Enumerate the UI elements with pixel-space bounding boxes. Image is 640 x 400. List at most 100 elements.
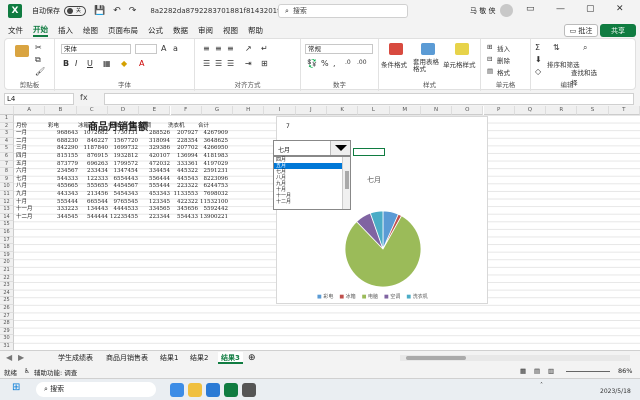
close-icon[interactable]: ✕ [616, 4, 624, 14]
column-header[interactable]: P [483, 106, 515, 115]
page-break-icon[interactable]: ▥ [548, 367, 554, 375]
add-sheet-icon[interactable]: ⊕ [248, 352, 256, 364]
bold-icon[interactable]: B [63, 59, 69, 68]
column-header[interactable]: N [420, 106, 453, 115]
sheet-tab-1[interactable]: 学生成绩表 [58, 352, 93, 364]
redo-icon[interactable]: ↷ [129, 6, 137, 16]
column-header[interactable]: A [14, 106, 46, 115]
align-top-icon[interactable]: ≡ [203, 44, 210, 53]
undo-icon[interactable]: ↶ [113, 6, 121, 16]
cut-icon[interactable]: ✂ [35, 43, 42, 52]
sort-filter-icon[interactable]: ⇅ [553, 43, 560, 52]
row-header[interactable]: 28 [0, 320, 14, 328]
save-icon[interactable]: 💾 [94, 6, 105, 16]
tab-file[interactable]: 文件 [8, 25, 23, 36]
row-header[interactable]: 8 [0, 168, 14, 176]
taskbar-search[interactable]: ⌕ 搜索 [36, 382, 156, 397]
accessibility-status[interactable]: 辅助功能: 调查 [34, 367, 77, 377]
fill-color-icon[interactable]: ◆ [121, 59, 127, 68]
edge-icon[interactable] [206, 383, 220, 397]
month-combobox[interactable]: 七月 [273, 140, 351, 156]
row-header[interactable]: 24 [0, 289, 14, 298]
comment-button[interactable]: ▭ 批注 [564, 24, 598, 37]
tray-up-icon[interactable]: ˄ [540, 382, 543, 389]
month-dropdown-list[interactable]: 四月 五月 七月 八月 九月 十月 十一月 十二月 [273, 156, 351, 210]
row-header[interactable]: 15 [0, 221, 14, 229]
tab-home[interactable]: 开始 [33, 24, 48, 37]
align-center-icon[interactable]: ☰ [215, 59, 222, 68]
comma-icon[interactable]: , [333, 59, 336, 68]
worksheet-grid[interactable]: ABCDEFGHIJKLMNOPQRST 1 2 3 4 5 6 7 8 9 10 11 12 13 14… [0, 106, 640, 350]
row-header[interactable]: 19 [0, 251, 14, 260]
row-header[interactable]: 17 [0, 236, 14, 245]
row-header[interactable]: 13 [0, 206, 14, 214]
row-header[interactable]: 5 [0, 145, 14, 153]
row-header[interactable]: 27 [0, 312, 14, 321]
autosave-toggle[interactable]: 关 [64, 6, 86, 16]
tab-formulas[interactable]: 公式 [148, 25, 163, 36]
row-header[interactable]: 3 [0, 130, 14, 138]
column-header[interactable]: S [577, 106, 609, 115]
row-header[interactable]: 29 [0, 327, 14, 336]
underline-icon[interactable]: U [87, 59, 93, 68]
align-left-icon[interactable]: ☰ [203, 59, 210, 68]
delete-cells-button[interactable]: 删除 [497, 55, 510, 65]
fx-icon[interactable]: fx [80, 93, 88, 102]
column-header[interactable]: H [233, 106, 265, 115]
browser-icon[interactable] [170, 383, 184, 397]
row-header[interactable]: 22 [0, 274, 14, 283]
search-input[interactable]: ⌕ 搜索 [278, 4, 408, 18]
row-header[interactable]: 31 [0, 343, 14, 350]
sheet-tab-5[interactable]: 结果3 [218, 352, 243, 364]
page-layout-icon[interactable]: ▤ [534, 367, 540, 375]
dropdown-scrollbar[interactable] [342, 157, 350, 209]
tab-next-icon[interactable]: ▶ [18, 352, 24, 364]
column-header[interactable]: F [170, 106, 202, 115]
grow-font-icon[interactable]: A [161, 44, 166, 53]
file-explorer-icon[interactable] [188, 383, 202, 397]
paste-icon[interactable] [15, 45, 29, 57]
column-header[interactable]: M [389, 106, 421, 115]
italic-icon[interactable]: I [75, 59, 77, 68]
tab-prev-icon[interactable]: ◀ [6, 352, 12, 364]
row-header[interactable]: 30 [0, 335, 14, 343]
align-right-icon[interactable]: ☰ [227, 59, 234, 68]
formula-input[interactable] [104, 93, 634, 105]
column-header[interactable]: D [107, 106, 140, 115]
column-header[interactable]: R [546, 106, 578, 115]
number-format-select[interactable]: 常规 [305, 44, 373, 54]
row-header[interactable]: 16 [0, 229, 14, 237]
store-icon[interactable] [242, 383, 256, 397]
selected-cell[interactable] [353, 148, 385, 156]
sheet-tab-2[interactable]: 商品月销售表 [106, 352, 148, 364]
align-middle-icon[interactable]: ≡ [215, 44, 222, 53]
row-header[interactable]: 12 [0, 198, 14, 207]
column-header[interactable]: J [295, 106, 327, 115]
horizontal-scrollbar[interactable] [400, 355, 630, 361]
format-cells-button[interactable]: 格式 [497, 67, 510, 77]
zoom-level[interactable]: 86% [618, 367, 632, 375]
tab-review[interactable]: 审阅 [198, 25, 213, 36]
column-header[interactable]: K [327, 106, 359, 115]
indent-icon[interactable]: ⇥ [245, 59, 252, 68]
decrease-decimal-icon[interactable]: .00 [357, 59, 367, 66]
row-header[interactable]: 10 [0, 183, 14, 191]
column-header[interactable]: C [76, 106, 108, 115]
tab-insert[interactable]: 插入 [58, 25, 73, 36]
sheet-tab-3[interactable]: 结果1 [160, 352, 178, 364]
tab-draw[interactable]: 绘图 [83, 25, 98, 36]
column-header[interactable]: B [45, 106, 77, 115]
column-header[interactable]: Q [514, 106, 547, 115]
column-header[interactable]: O [452, 106, 484, 115]
fill-icon[interactable]: ⬇ [535, 55, 542, 64]
border-icon[interactable]: ▦ [103, 59, 111, 68]
column-header[interactable]: L [358, 106, 390, 115]
row-header[interactable]: 1 [0, 115, 14, 123]
column-header[interactable]: I [264, 106, 296, 115]
minimize-icon[interactable]: — [556, 4, 565, 14]
row-header[interactable]: 4 [0, 137, 14, 146]
font-name-select[interactable]: 宋体 [61, 44, 131, 54]
column-header[interactable]: G [201, 106, 234, 115]
row-header[interactable]: 6 [0, 153, 14, 161]
row-header[interactable]: 2 [0, 122, 14, 131]
